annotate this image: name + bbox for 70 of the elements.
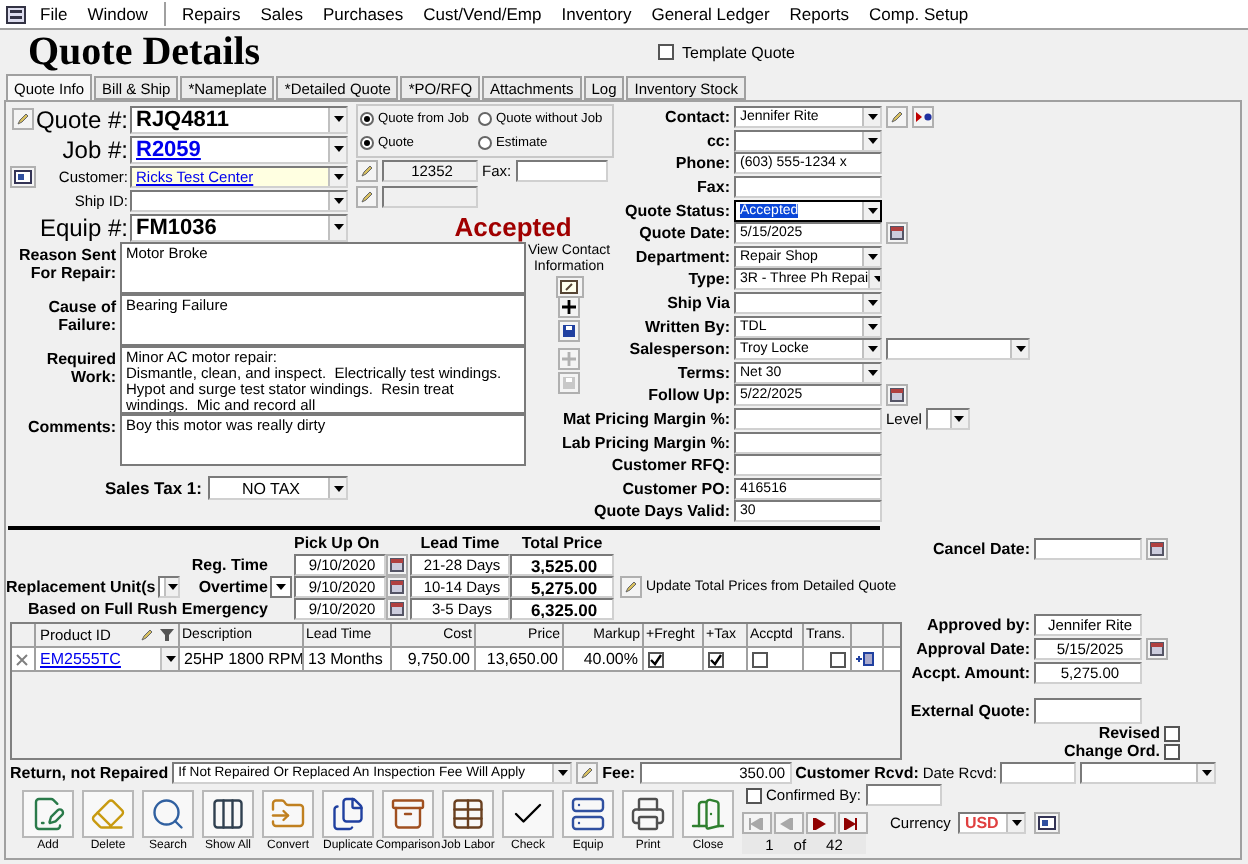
field-label: Written By: [644, 317, 730, 336]
field-label: Fee: [602, 763, 636, 781]
field-label: External Quote: [910, 701, 1030, 719]
select-field[interactable]: NO TAX [208, 476, 348, 500]
field-label: Customer PO: [622, 479, 730, 498]
field-label: Reason Sent For Repair: [17, 244, 118, 286]
table-cell: 25HP 1800 RPM [180, 648, 304, 670]
menu-item[interactable]: Repairs [171, 0, 251, 28]
field-label: Fax: [697, 178, 730, 197]
field-label: Salesperson: [629, 340, 730, 359]
field-label: Based on Full Rush Emergency [27, 600, 268, 618]
select-field[interactable]: R2059 [130, 135, 348, 163]
column-header: Lead Time [420, 534, 500, 552]
product-link[interactable]: EM2555TC [36, 650, 160, 668]
field-label: Comments: [25, 416, 118, 440]
menu-item[interactable]: Cust/Vend/Emp [413, 0, 552, 28]
checkbox-label: Template Quote [682, 43, 795, 61]
field-label: Replacement Unit(s [6, 578, 156, 596]
table-cell: 9,750.00 [392, 648, 476, 670]
field-label: Equip #: [39, 213, 128, 241]
field-label: Quote Status: [625, 201, 730, 220]
table-cell: 13,650.00 [476, 648, 564, 670]
field-label: Ship Via [667, 294, 730, 313]
menu-item[interactable]: Reports [779, 0, 860, 28]
column-header: Total Price [521, 534, 603, 552]
select-field[interactable]: FM1036 [130, 213, 348, 241]
field-label: Overtime [198, 578, 268, 596]
column-header: Pick Up On [294, 534, 382, 552]
field-label: Quote #: [35, 105, 128, 133]
menu-item[interactable]: Window [77, 0, 158, 28]
select-field[interactable]: RJQ4811 [130, 105, 348, 133]
field-label: Cancel Date: [933, 540, 1030, 558]
menu-item[interactable]: General Ledger [641, 0, 780, 28]
field-label: Customer RFQ: [611, 456, 730, 475]
field-label: Mat Pricing Margin %: [562, 410, 730, 429]
field-label: Contact: [665, 108, 730, 127]
menu-item[interactable]: Purchases [313, 0, 414, 28]
field-label: Approved by: [926, 615, 1030, 634]
total-price-field[interactable]: 5,275.00 [510, 576, 614, 598]
field-label: Lab Pricing Margin %: [561, 433, 730, 452]
field-label: Sales Tax 1: [102, 478, 202, 498]
checkbox-label: Change Ord. [1063, 742, 1160, 760]
table-cell: 40.00% [564, 648, 644, 670]
table-cell: 13 Months [304, 648, 392, 670]
menu-item[interactable]: File [30, 0, 78, 28]
field-label: Quote Days Valid: [593, 502, 730, 521]
field-label: Required Work: [44, 348, 118, 390]
status-label: Accepted [452, 211, 574, 242]
page-title: Quote Details [28, 29, 263, 75]
total-price-field[interactable]: 6,325.00 [510, 598, 614, 620]
field-label: Follow Up: [648, 386, 730, 405]
menu-item[interactable]: Inventory [551, 0, 642, 28]
field-label: Phone: [675, 154, 730, 173]
field-label: Terms: [677, 363, 730, 382]
field-label: Reg. Time [191, 556, 268, 574]
total-price-field[interactable]: 3,525.00 [510, 554, 614, 576]
field-label: Approval Date: [916, 639, 1030, 658]
currency-select[interactable]: USD [958, 811, 1027, 833]
field-label: Cause of Failure: [46, 296, 118, 338]
field-label: Quote Date: [639, 224, 730, 243]
checkbox-label: Revised [1098, 724, 1160, 742]
field-label: Job #: [62, 135, 128, 163]
menu-item[interactable]: Comp. Setup [859, 0, 979, 28]
field-label: Accpt. Amount: [911, 663, 1030, 682]
field-label: cc: [706, 131, 730, 150]
field-label: Return, not Repaired [10, 763, 169, 781]
field-label: Customer Rcvd: [795, 763, 919, 781]
field-label: Type: [688, 270, 730, 289]
menu-item[interactable]: Sales [250, 0, 313, 28]
field-label: Department: [635, 247, 730, 266]
